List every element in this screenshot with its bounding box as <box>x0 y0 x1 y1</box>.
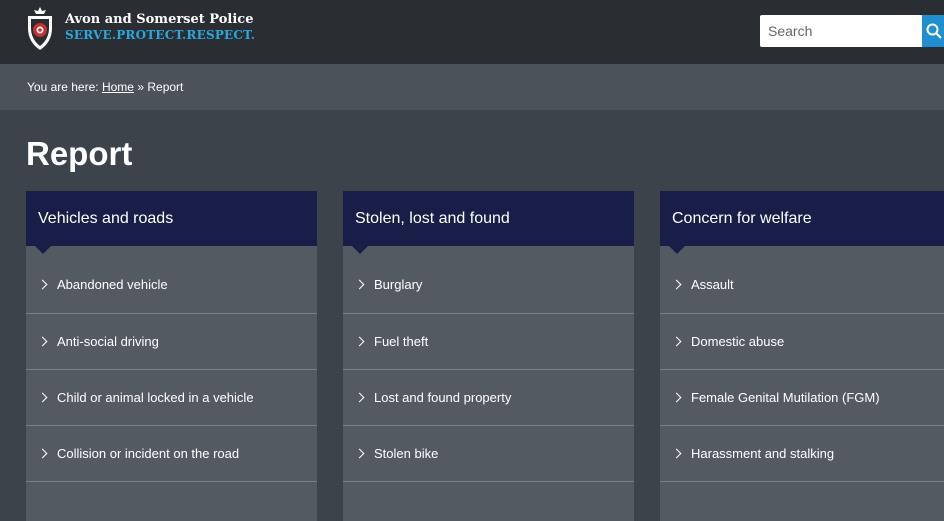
card-list: Burglary Fuel theft Lost and found prope… <box>343 246 634 482</box>
list-item-stolen-bike[interactable]: Stolen bike <box>343 426 634 482</box>
list-item-domestic-abuse[interactable]: Domestic abuse <box>660 314 944 370</box>
list-item-label: Collision or incident on the road <box>57 446 240 461</box>
list-item-lost-and-found-property[interactable]: Lost and found property <box>343 370 634 426</box>
page-title: Report <box>26 135 133 172</box>
chevron-right-icon <box>354 336 365 347</box>
chevron-right-icon <box>354 392 365 403</box>
list-item-collision-or-incident[interactable]: Collision or incident on the road <box>26 426 317 482</box>
card-header: Vehicles and roads <box>26 191 317 254</box>
card-concern-for-welfare: Concern for welfare Assault Domestic abu… <box>660 191 944 521</box>
breadcrumb-home-link[interactable]: Home <box>102 80 134 94</box>
breadcrumb-prefix: You are here: <box>27 80 99 94</box>
chevron-right-icon <box>37 336 48 347</box>
list-item-assault[interactable]: Assault <box>660 246 944 314</box>
search-button[interactable] <box>922 15 944 47</box>
breadcrumb-current: Report <box>147 80 184 94</box>
card-title: Concern for welfare <box>672 210 812 227</box>
search-input[interactable] <box>760 15 922 47</box>
list-item-abandoned-vehicle[interactable]: Abandoned vehicle <box>26 246 317 314</box>
card-vehicles-and-roads: Vehicles and roads Abandoned vehicle Ant… <box>26 191 317 521</box>
org-name[interactable]: Avon and Somerset Police <box>65 13 253 27</box>
card-title: Stolen, lost and found <box>355 210 510 227</box>
chevron-right-icon <box>671 448 682 459</box>
list-item-child-or-animal-locked[interactable]: Child or animal locked in a vehicle <box>26 370 317 426</box>
list-item-label: Child or animal locked in a vehicle <box>57 390 254 405</box>
chevron-right-icon <box>671 336 682 347</box>
breadcrumb: You are here: Home » Report <box>27 80 183 94</box>
card-notch <box>669 246 685 254</box>
list-item-label: Domestic abuse <box>691 334 785 349</box>
card-notch <box>35 246 51 254</box>
card-title: Vehicles and roads <box>38 210 174 227</box>
chevron-right-icon <box>354 279 365 290</box>
card-list: Assault Domestic abuse Female Genital Mu… <box>660 246 944 482</box>
chevron-right-icon <box>671 392 682 403</box>
list-item-label: Anti-social driving <box>57 334 159 349</box>
chevron-right-icon <box>37 392 48 403</box>
list-item-fgm[interactable]: Female Genital Mutilation (FGM) <box>660 370 944 426</box>
card-stolen-lost-and-found: Stolen, lost and found Burglary Fuel the… <box>343 191 634 521</box>
list-item-label: Lost and found property <box>374 390 512 405</box>
list-item-label: Stolen bike <box>374 446 439 461</box>
breadcrumb-separator: » <box>137 80 145 94</box>
chevron-right-icon <box>671 279 682 290</box>
list-item-harassment-and-stalking[interactable]: Harassment and stalking <box>660 426 944 482</box>
chevron-right-icon <box>37 279 48 290</box>
card-header: Stolen, lost and found <box>343 191 634 254</box>
list-item-label: Female Genital Mutilation (FGM) <box>691 390 880 405</box>
card-list: Abandoned vehicle Anti-social driving Ch… <box>26 246 317 482</box>
card-header: Concern for welfare <box>660 191 944 254</box>
breadcrumb-bar: You are here: Home » Report <box>0 64 944 110</box>
list-item-burglary[interactable]: Burglary <box>343 246 634 314</box>
list-item-label: Burglary <box>374 277 423 292</box>
list-item-label: Fuel theft <box>374 334 429 349</box>
list-item-anti-social-driving[interactable]: Anti-social driving <box>26 314 317 370</box>
chevron-right-icon <box>354 448 365 459</box>
site-header: Avon and Somerset Police SERVE.PROTECT.R… <box>0 0 944 64</box>
list-item-label: Abandoned vehicle <box>57 277 168 292</box>
card-notch <box>352 246 368 254</box>
search-icon <box>926 23 942 39</box>
list-item-label: Harassment and stalking <box>691 446 835 461</box>
police-crest-icon[interactable] <box>22 6 58 52</box>
chevron-right-icon <box>37 448 48 459</box>
org-motto: SERVE.PROTECT.RESPECT. <box>65 28 256 42</box>
list-item-fuel-theft[interactable]: Fuel theft <box>343 314 634 370</box>
list-item-label: Assault <box>691 277 734 292</box>
